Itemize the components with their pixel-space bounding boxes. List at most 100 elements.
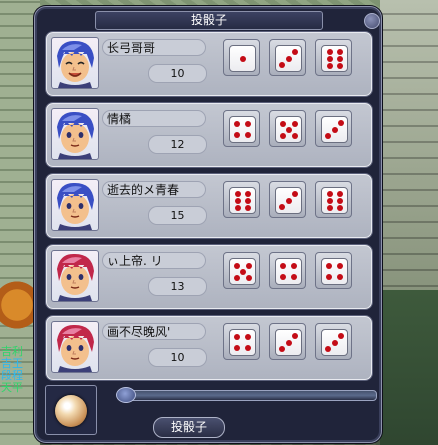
die-pip	[325, 346, 331, 352]
die-5-icon	[223, 252, 260, 289]
die-pip	[326, 55, 333, 62]
die-pip	[292, 49, 298, 55]
die-pip	[326, 48, 333, 55]
die-pip	[331, 339, 338, 346]
player-score: 10	[148, 64, 207, 83]
player-name: ぃ上帝. リ	[102, 252, 206, 269]
player-card: 画不尽晚风' 10	[46, 316, 372, 380]
die-face	[321, 258, 348, 285]
die-face	[275, 329, 302, 356]
die-3-icon	[315, 110, 352, 147]
die-pip	[279, 204, 285, 210]
player-card: 情橘 12	[46, 103, 372, 167]
die-pip	[285, 197, 292, 204]
die-pip	[244, 197, 251, 204]
die-pip	[336, 55, 343, 62]
dice-row	[223, 252, 365, 289]
die-pip	[234, 197, 241, 204]
side-chat-text: 吉利 吉王 段程 天平	[1, 346, 35, 394]
die-pip	[291, 274, 297, 280]
dice-row	[223, 323, 365, 360]
die-4-icon	[315, 252, 352, 289]
die-6-icon	[315, 181, 352, 218]
player-card: 长弓哥哥 10	[46, 32, 372, 96]
die-face	[321, 45, 348, 72]
die-face	[229, 329, 256, 356]
die-pip	[234, 132, 240, 138]
die-pip	[326, 263, 332, 269]
power-bar-handle-icon[interactable]	[116, 387, 136, 403]
die-pip	[336, 190, 343, 197]
die-pip	[338, 120, 344, 126]
die-5-icon	[269, 110, 306, 147]
die-3-icon	[269, 181, 306, 218]
die-face	[321, 329, 348, 356]
die-face	[275, 45, 302, 72]
die-pip	[234, 190, 241, 197]
pearl-icon	[55, 395, 87, 427]
die-pip	[325, 133, 331, 139]
die-pip	[279, 346, 285, 352]
power-bar	[125, 390, 377, 401]
die-pip	[244, 204, 251, 211]
die-pip	[234, 204, 241, 211]
die-1-icon	[223, 39, 260, 76]
pearl-slot[interactable]	[45, 385, 97, 435]
die-pip	[279, 120, 286, 127]
player-name: 情橘	[102, 110, 206, 127]
die-pip	[245, 274, 252, 281]
die-3-icon	[269, 39, 306, 76]
die-pip	[337, 274, 343, 280]
player-card: 逝去的メ青春 15	[46, 174, 372, 238]
side-text-line: 天平	[1, 381, 23, 394]
player-name: 逝去的メ青春	[102, 181, 206, 198]
die-pip	[233, 262, 240, 269]
die-pip	[326, 274, 332, 280]
player-avatar	[51, 108, 99, 160]
die-pip	[279, 132, 286, 139]
die-pip	[326, 62, 333, 69]
die-pip	[245, 121, 251, 127]
die-3-icon	[269, 323, 306, 360]
die-4-icon	[269, 252, 306, 289]
die-face	[229, 258, 256, 285]
die-pip	[285, 339, 292, 346]
die-6-icon	[315, 39, 352, 76]
die-pip	[336, 62, 343, 69]
die-face	[229, 187, 256, 214]
die-pip	[239, 268, 246, 275]
die-face	[321, 187, 348, 214]
die-pip	[234, 345, 240, 351]
die-pip	[336, 204, 343, 211]
die-pip	[331, 126, 338, 133]
die-3-icon	[315, 323, 352, 360]
die-6-icon	[223, 181, 260, 218]
player-avatar	[51, 250, 99, 302]
player-avatar	[51, 37, 99, 89]
die-pip	[336, 197, 343, 204]
player-avatar	[51, 179, 99, 231]
close-button[interactable]	[364, 13, 380, 29]
die-pip	[338, 333, 344, 339]
player-name: 长弓哥哥	[102, 39, 206, 56]
die-pip	[291, 132, 298, 139]
die-pip	[326, 197, 333, 204]
die-pip	[245, 132, 251, 138]
player-score: 12	[148, 135, 207, 154]
die-pip	[245, 262, 252, 269]
die-pip	[285, 126, 292, 133]
die-face	[229, 45, 256, 72]
dice-row	[223, 39, 365, 76]
die-pip	[326, 204, 333, 211]
roll-dice-button[interactable]: 投骰子	[153, 417, 225, 438]
die-pip	[280, 263, 286, 269]
die-pip	[245, 345, 251, 351]
die-pip	[279, 62, 285, 68]
player-avatar	[51, 321, 99, 373]
die-pip	[326, 190, 333, 197]
scene-flowers	[0, 270, 34, 340]
dice-row	[223, 110, 365, 147]
die-pip	[291, 120, 298, 127]
player-score: 13	[148, 277, 207, 296]
player-card: ぃ上帝. リ 13	[46, 245, 372, 309]
